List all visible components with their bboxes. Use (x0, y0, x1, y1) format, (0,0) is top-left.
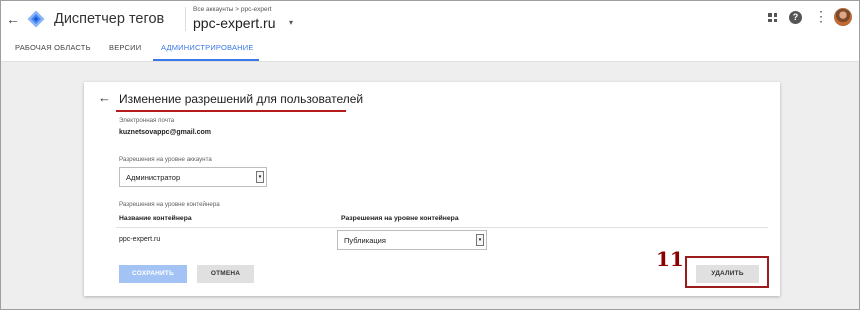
chevron-down-icon: ▾ (256, 171, 264, 183)
app-header: ← Диспетчер тегов Все аккаунты > ppc-exp… (1, 1, 859, 37)
table-cell-container: ppc-expert.ru (119, 236, 161, 243)
column-header-container: Название контейнера (119, 215, 192, 222)
cancel-button[interactable]: ОТМЕНА (197, 265, 254, 283)
email-value: kuznetsovappc@gmail.com (119, 129, 212, 136)
container-selector[interactable]: ppc-expert.ru (193, 15, 275, 31)
active-tab-indicator (153, 59, 259, 61)
account-permission-select[interactable]: Администратор ▾ (119, 167, 267, 187)
back-arrow-icon[interactable]: ← (6, 12, 20, 26)
account-permission-value: Администратор (126, 173, 181, 182)
account-permissions-label: Разрешения на уровне аккаунта (119, 156, 212, 163)
help-icon[interactable]: ? (789, 11, 802, 24)
container-permissions-label: Разрешения на уровне контейнера (119, 201, 220, 208)
column-header-permission: Разрешения на уровне контейнера (341, 215, 459, 222)
nav-tabs: РАБОЧАЯ ОБЛАСТЬ ВЕРСИИ АДМИНИСТРИРОВАНИЕ (1, 37, 859, 62)
avatar[interactable] (834, 8, 852, 26)
chevron-down-icon[interactable]: ▾ (289, 18, 293, 27)
tab-admin[interactable]: АДМИНИСТРИРОВАНИЕ (161, 43, 254, 52)
header-divider (185, 7, 186, 31)
annotation-step-number: 11 (656, 247, 684, 271)
tab-versions[interactable]: ВЕРСИИ (109, 43, 141, 52)
chevron-down-icon: ▾ (476, 234, 484, 246)
more-options-icon[interactable]: ⋮ (814, 9, 828, 23)
save-button[interactable]: СОХРАНИТЬ (119, 265, 187, 283)
tag-manager-logo-icon (27, 10, 45, 28)
email-label: Электронная почта (119, 117, 175, 124)
container-permission-select[interactable]: Публикация ▾ (337, 230, 487, 250)
container-permission-value: Публикация (344, 236, 386, 245)
apps-grid-icon[interactable] (768, 13, 777, 22)
tab-workspace[interactable]: РАБОЧАЯ ОБЛАСТЬ (15, 43, 91, 52)
annotation-highlight-box (685, 256, 769, 288)
back-arrow-icon[interactable]: ← (98, 91, 111, 105)
table-divider (116, 227, 768, 228)
app-title: Диспетчер тегов (54, 11, 165, 27)
page-title: Изменение разрешений для пользователей (119, 92, 364, 106)
annotation-underline (116, 110, 346, 112)
account-breadcrumb[interactable]: Все аккаунты > ppc-expert (193, 6, 272, 13)
